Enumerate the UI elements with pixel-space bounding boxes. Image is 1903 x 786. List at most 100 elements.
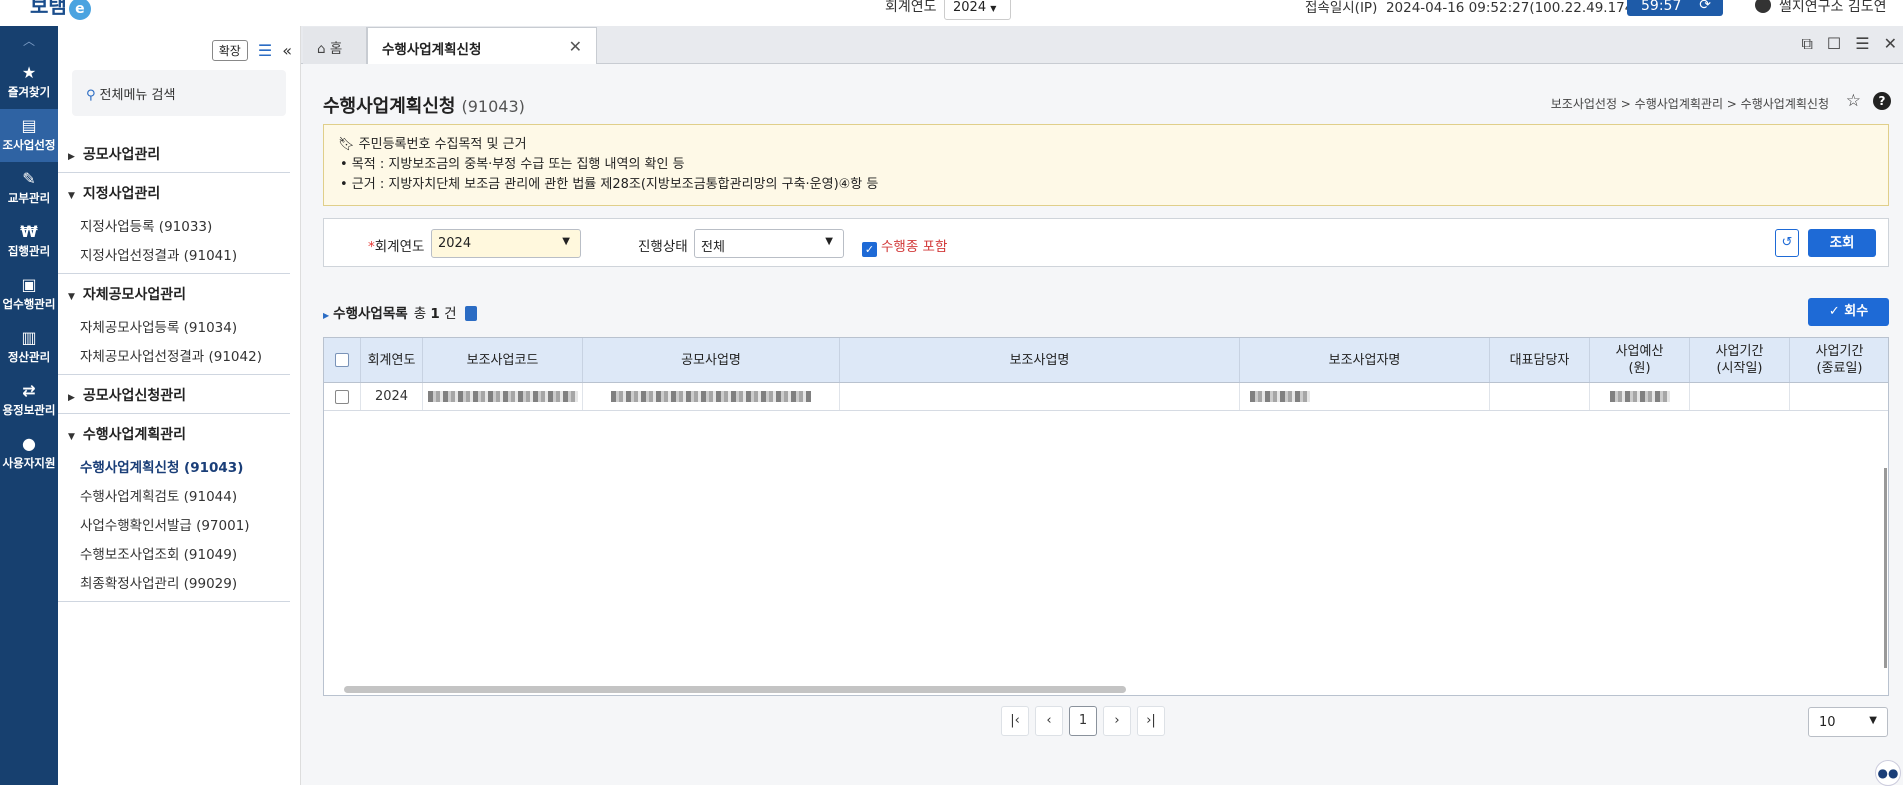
refresh-icon[interactable]: ⟳ [1699, 0, 1711, 13]
next-page-button[interactable]: › [1103, 706, 1131, 736]
user-info[interactable]: 썰지연구소 김도연 [1755, 0, 1887, 16]
rail-item-selection[interactable]: ▤ 조사업선정 [0, 109, 58, 162]
grid-header: 회계연도 보조사업코드 공모사업명 보조사업명 보조사업자명 대표담당자 사업예… [324, 338, 1888, 383]
column-header[interactable]: 사업예산 (원) [1590, 338, 1690, 382]
help-icon[interactable]: ? [1873, 92, 1891, 110]
row-checkbox[interactable] [324, 383, 361, 410]
cascade-icon[interactable]: ⧉ [1801, 34, 1812, 54]
page-number-button[interactable]: 1 [1069, 706, 1097, 736]
cell-public-name-redacted [583, 383, 840, 410]
sidebar: 확장 ☰ « ⚲ 전체메뉴 검색 ▶ 공모사업관리 ▼ 지정사업관리 지정사업등록 (… [58, 26, 301, 785]
person-icon: ● [22, 434, 36, 453]
page-title: 수행사업계획신청 (91043) [323, 96, 525, 117]
column-header[interactable]: 공모사업명 [583, 338, 840, 382]
cell-project-name [840, 383, 1240, 410]
menu-group-public[interactable]: ▶ 공모사업관리 [58, 134, 290, 173]
session-timer-button[interactable]: 59:57 ⟳ [1627, 0, 1723, 16]
cell-budget-redacted [1590, 383, 1690, 410]
column-header[interactable]: 보조사업명 [840, 338, 1240, 382]
expand-button[interactable]: 확장 [211, 40, 248, 61]
vertical-scrollbar[interactable] [1884, 468, 1887, 668]
list-view-icon[interactable]: ☰ [1855, 34, 1869, 54]
return-button[interactable]: ✓ 회수 [1808, 298, 1889, 326]
column-header[interactable]: 사업기간 (종료일) [1790, 338, 1888, 382]
tab-home[interactable]: ⌂ 홈 [303, 27, 367, 64]
cell-year: 2024 [361, 383, 423, 410]
tab-bar: ⌂ 홈 수행사업계획신청 ✕ ⧉ ☐ ☰ ✕ [301, 26, 1903, 64]
chatbot-icon[interactable]: ●● [1875, 760, 1901, 786]
year-label: *회계연도 [368, 239, 425, 255]
table-row[interactable]: 2024 [324, 383, 1888, 411]
rail-item-favorites[interactable]: ★ 즐겨찾기 [0, 56, 58, 109]
collapse-icon[interactable]: « [282, 41, 292, 60]
menu-group-public-apply[interactable]: ▶ 공모사업신청관리 [58, 375, 290, 414]
first-page-button[interactable]: |‹ [1001, 706, 1029, 736]
transfer-icon: ⇄ [22, 381, 36, 400]
menu-group-self-public[interactable]: ▼ 자체공모사업관리 [58, 274, 290, 312]
maximize-icon[interactable]: ☐ [1827, 34, 1841, 54]
breadcrumb: 보조사업선정 > 수행사업계획관리 > 수행사업계획신청 [1550, 97, 1829, 111]
cell-company-redacted [1240, 383, 1490, 410]
rail-item-grant[interactable]: ✎ 교부관리 [0, 162, 58, 215]
menu-item[interactable]: 자체공모사업선정결과 (91042) [58, 341, 290, 370]
rail-item-execution[interactable]: ₩ 집행관리 [0, 215, 58, 268]
menu-search-input[interactable]: ⚲ 전체메뉴 검색 [72, 70, 286, 116]
main-content: ⌂ 홈 수행사업계획신청 ✕ ⧉ ☐ ☰ ✕ 수행사업계획신청 (91043) 보조… [301, 26, 1903, 786]
menu-group-plan[interactable]: ▼ 수행사업계획관리 [58, 414, 290, 452]
column-header[interactable]: 대표담당자 [1490, 338, 1590, 382]
menu-item[interactable]: 수행보조사업조회 (91049) [58, 539, 290, 568]
prev-page-button[interactable]: ‹ [1035, 706, 1063, 736]
menu-item[interactable]: 자체공모사업등록 (91034) [58, 312, 290, 341]
include-checkbox[interactable]: ✓ 수행종 포함 [862, 235, 947, 257]
search-button[interactable]: 조회 [1808, 229, 1876, 257]
rail-item-support[interactable]: ● 사용자지원 [0, 427, 58, 480]
column-header[interactable]: 회계연도 [361, 338, 423, 382]
fiscal-year-select[interactable]: 2024 ▼ [944, 0, 1011, 20]
column-header[interactable]: 사업기간 (시작일) [1690, 338, 1790, 382]
chevron-up-icon[interactable]: ︿ [0, 26, 58, 56]
cell-manager [1490, 383, 1590, 410]
data-grid: 회계연도 보조사업코드 공모사업명 보조사업명 보조사업자명 대표담당자 사업예… [323, 337, 1889, 696]
cell-code-redacted [423, 383, 583, 410]
menu-group-designated[interactable]: ▼ 지정사업관리 [58, 173, 290, 211]
menu-item[interactable]: 수행사업계획검토 (91044) [58, 481, 290, 510]
favorite-star-icon[interactable]: ☆ [1846, 91, 1861, 111]
document-icon: ▤ [21, 116, 37, 135]
brand-logo[interactable]: 보탬 e [30, 0, 91, 20]
search-filter: *회계연도 2024 ▼ 진행상태 전체 ▼ ✓ 수행종 포함 ↺ 조회 [323, 218, 1889, 267]
column-header[interactable]: 보조사업자명 [1240, 338, 1490, 382]
money-icon: ▥ [21, 328, 37, 347]
close-icon[interactable]: ✕ [569, 37, 582, 56]
home-icon: ⌂ [317, 41, 326, 57]
horizontal-scrollbar[interactable] [344, 686, 1126, 693]
menu-item-active[interactable]: 수행사업계획신청 (91043) [58, 452, 290, 481]
dropdown-arrow-icon: ▼ [1869, 715, 1877, 726]
list-icon[interactable]: ☰ [258, 41, 272, 60]
excel-download-icon[interactable] [464, 306, 477, 321]
rail-item-settlement[interactable]: ▥ 정산관리 [0, 321, 58, 374]
reset-button[interactable]: ↺ [1775, 229, 1799, 257]
dropdown-arrow-icon: ▼ [825, 236, 833, 247]
rail-item-info[interactable]: ⇄ 용정보관리 [0, 374, 58, 427]
cell-end-date [1790, 383, 1888, 410]
close-all-icon[interactable]: ✕ [1884, 34, 1897, 54]
page-size-select[interactable]: 10 ▼ [1808, 707, 1888, 737]
user-icon [1755, 0, 1771, 13]
menu-item[interactable]: 사업수행확인서발급 (97001) [58, 510, 290, 539]
star-icon: ★ [21, 63, 37, 82]
tab-current[interactable]: 수행사업계획신청 ✕ [367, 27, 597, 64]
cell-start-date [1690, 383, 1790, 410]
search-icon: ⚲ [86, 88, 96, 103]
status-select[interactable]: 전체 ▼ [694, 229, 844, 258]
rail-item-performance[interactable]: ▣ 업수행관리 [0, 268, 58, 321]
select-all-checkbox[interactable] [324, 338, 361, 382]
year-select[interactable]: 2024 ▼ [431, 229, 581, 258]
menu-item[interactable]: 최종확정사업관리 (99029) [58, 568, 290, 597]
briefcase-icon: ▣ [21, 275, 37, 294]
menu-item[interactable]: 지정사업선정결과 (91041) [58, 240, 290, 269]
bookmark-icon: 🔖︎ [338, 137, 355, 152]
checkmark-icon: ✓ [862, 242, 877, 257]
menu-item[interactable]: 지정사업등록 (91033) [58, 211, 290, 240]
column-header[interactable]: 보조사업코드 [423, 338, 583, 382]
last-page-button[interactable]: ›| [1137, 706, 1165, 736]
